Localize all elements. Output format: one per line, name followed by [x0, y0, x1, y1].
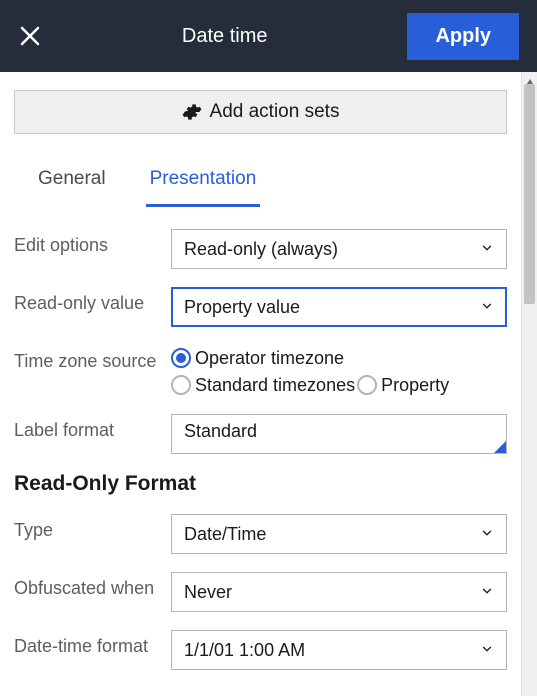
panel-title: Date time	[182, 25, 268, 48]
radio-icon	[171, 375, 191, 395]
chevron-down-icon	[480, 297, 494, 318]
label-format-value: Standard	[184, 421, 257, 441]
radio-icon	[357, 375, 377, 395]
chevron-down-icon	[480, 239, 494, 260]
label-format-label: Label format	[14, 414, 159, 441]
timezone-radio-operator[interactable]: Operator timezone	[171, 347, 344, 370]
chevron-down-icon	[480, 524, 494, 545]
tab-presentation[interactable]: Presentation	[146, 158, 261, 207]
timezone-radio-group: Operator timezone Standard timezones Pro…	[171, 345, 507, 396]
chevron-down-icon	[480, 582, 494, 603]
obfuscated-when-value: Never	[184, 582, 232, 603]
label-format-input[interactable]: Standard	[171, 414, 507, 454]
datetime-format-value: 1/1/01 1:00 AM	[184, 640, 305, 661]
scrollbar[interactable]	[521, 72, 537, 696]
apply-button[interactable]: Apply	[407, 13, 519, 60]
radio-label: Property	[381, 374, 449, 397]
add-action-sets-label: Add action sets	[210, 101, 340, 123]
edit-options-label: Edit options	[14, 229, 159, 256]
obfuscated-when-label: Obfuscated when	[14, 572, 159, 599]
type-value: Date/Time	[184, 524, 266, 545]
edit-options-select[interactable]: Read-only (always)	[171, 229, 507, 269]
type-label: Type	[14, 514, 159, 541]
panel-header: Date time Apply	[0, 0, 537, 72]
obfuscated-when-select[interactable]: Never	[171, 572, 507, 612]
datetime-format-select[interactable]: 1/1/01 1:00 AM	[171, 630, 507, 670]
radio-label: Standard timezones	[195, 374, 355, 397]
readonly-value-value: Property value	[184, 297, 300, 318]
readonly-value-label: Read-only value	[14, 287, 159, 314]
timezone-radio-property[interactable]: Property	[357, 374, 449, 397]
close-icon[interactable]	[18, 24, 42, 48]
timezone-radio-standard[interactable]: Standard timezones	[171, 374, 355, 397]
tab-general[interactable]: General	[34, 158, 110, 207]
radio-label: Operator timezone	[195, 347, 344, 370]
chevron-down-icon	[480, 640, 494, 661]
resize-handle-icon[interactable]	[494, 441, 506, 453]
gear-icon	[182, 102, 202, 122]
timezone-source-label: Time zone source	[14, 345, 159, 372]
content-area: Add action sets General Presentation Edi…	[0, 72, 521, 696]
add-action-sets-button[interactable]: Add action sets	[14, 90, 507, 134]
tabs: General Presentation	[14, 158, 507, 207]
datetime-format-label: Date-time format	[14, 630, 159, 657]
radio-icon	[171, 348, 191, 368]
scrollbar-thumb[interactable]	[524, 84, 535, 304]
type-select[interactable]: Date/Time	[171, 514, 507, 554]
readonly-value-select[interactable]: Property value	[171, 287, 507, 327]
edit-options-value: Read-only (always)	[184, 239, 338, 260]
readonly-format-heading: Read-Only Format	[14, 472, 507, 496]
